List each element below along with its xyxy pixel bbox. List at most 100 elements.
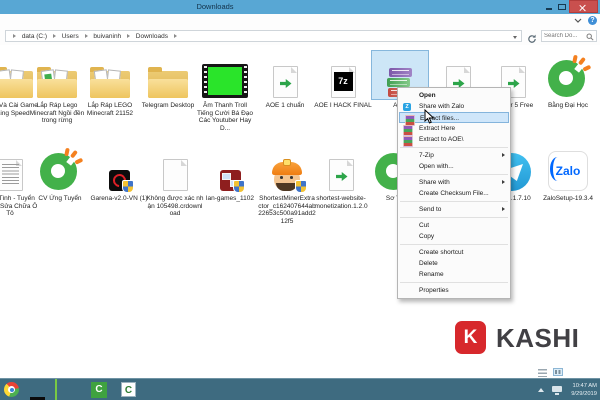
menu-item-extract-to-aoe[interactable]: Extract to AOE\ bbox=[398, 134, 510, 147]
chevron-right-icon bbox=[52, 34, 56, 39]
mouse-cursor bbox=[424, 109, 435, 124]
file-tile[interactable]: lan-games_1102 bbox=[201, 143, 259, 203]
file-label: Garena-v2.0-VN (1) bbox=[90, 195, 148, 202]
folder-icon bbox=[90, 64, 130, 98]
menu-separator bbox=[400, 282, 508, 283]
file-label: Lắp Ráp LEGO Minecraft 21152 bbox=[86, 102, 134, 117]
menu-item-copy[interactable]: Copy bbox=[398, 231, 510, 242]
breadcrumb-user[interactable]: buivaninh bbox=[93, 31, 121, 41]
file-tile[interactable]: Không được xác nhận 105498.crdownload bbox=[146, 143, 204, 218]
breadcrumb-users[interactable]: Users bbox=[62, 31, 79, 41]
video-thumbnail-icon bbox=[202, 64, 248, 98]
folder-icon bbox=[148, 64, 188, 98]
breadcrumb-downloads[interactable]: Downloads bbox=[136, 31, 168, 41]
address-dropdown-icon[interactable] bbox=[513, 36, 517, 39]
file-tile[interactable]: ZaloSetup-19.3.4 bbox=[539, 143, 597, 203]
file-list-area: Tải Và Cài Game Zing Speed Lắp Ráp Lego … bbox=[0, 45, 600, 378]
file-label: Bằng Đại Học bbox=[547, 102, 589, 109]
lan-games-icon bbox=[219, 170, 245, 193]
text-document-icon bbox=[0, 159, 23, 191]
menu-item-send-to[interactable]: Send to bbox=[398, 204, 510, 215]
menu-item-create-shortcut[interactable]: Create shortcut bbox=[398, 247, 510, 258]
menu-item-properties[interactable]: Properties bbox=[398, 285, 510, 296]
context-menu: Open Share with Zalo Extract files... Ex… bbox=[397, 87, 511, 299]
taskbar-clock[interactable]: 10:47 AM 9/29/2019 bbox=[571, 382, 597, 398]
setup-file-icon bbox=[328, 159, 354, 191]
minimize-button[interactable] bbox=[543, 0, 555, 13]
clock-date: 9/29/2019 bbox=[571, 391, 597, 397]
menu-separator bbox=[400, 147, 508, 148]
menu-item-create-checksum-file[interactable]: Create Checksum File... bbox=[398, 188, 510, 199]
coccoc-icon bbox=[548, 54, 591, 98]
menu-separator bbox=[400, 217, 508, 218]
help-icon[interactable] bbox=[588, 16, 597, 25]
menu-item-cut[interactable]: Cut bbox=[398, 220, 510, 231]
file-tile[interactable]: Bằng Đại Học bbox=[539, 50, 597, 110]
file-label: shortest-website-monetization.1.2.0 bbox=[314, 195, 368, 210]
uac-shield-icon bbox=[232, 180, 245, 193]
winrar-menu-icon bbox=[403, 135, 413, 147]
uac-shield-icon bbox=[295, 180, 307, 193]
clock-time: 10:47 AM bbox=[572, 383, 598, 389]
refresh-icon[interactable] bbox=[526, 31, 538, 43]
network-icon[interactable] bbox=[552, 386, 562, 395]
taskbar-separator bbox=[55, 379, 57, 400]
breadcrumb-drive[interactable]: data (C:) bbox=[22, 31, 47, 41]
file-tile[interactable]: Telegram Desktop bbox=[139, 50, 197, 110]
menu-separator bbox=[400, 201, 508, 202]
zalo-icon bbox=[548, 151, 588, 191]
search-input[interactable] bbox=[544, 31, 586, 41]
camtasia-taskbar-icon[interactable] bbox=[91, 382, 107, 398]
blank-file-icon bbox=[162, 159, 188, 191]
file-tile[interactable]: Lắp Ráp LEGO Minecraft 21152 bbox=[81, 50, 139, 117]
menu-item-extract-files[interactable]: Extract files... bbox=[399, 112, 509, 126]
chrome-taskbar-icon[interactable] bbox=[4, 382, 19, 397]
taskbar: 10:47 AM 9/29/2019 bbox=[0, 378, 600, 400]
menu-item-share-with-zalo[interactable]: Share with Zalo bbox=[398, 101, 510, 112]
tray-expand-icon[interactable] bbox=[538, 388, 544, 392]
7zip-file-icon bbox=[330, 66, 356, 98]
chevron-right-icon bbox=[126, 34, 130, 39]
menu-item-rename[interactable]: Rename bbox=[398, 269, 510, 280]
chevron-right-icon bbox=[13, 34, 16, 39]
kashi-brand-text: KASHI bbox=[496, 323, 580, 353]
folder-icon bbox=[37, 64, 77, 98]
menu-item-extract-here[interactable]: Extract Here bbox=[398, 123, 510, 136]
file-tile[interactable]: CV Ứng Tuyển bbox=[31, 143, 89, 203]
file-label: ZaloSetup-19.3.4 bbox=[543, 195, 593, 202]
file-label: AOE I HACK FINAL bbox=[314, 102, 372, 109]
file-tile[interactable]: AOE 1 chuẩn bbox=[256, 50, 314, 110]
file-tile[interactable]: shortest-website-monetization.1.2.0 bbox=[312, 143, 370, 210]
file-tile[interactable]: AOE I HACK FINAL bbox=[314, 50, 372, 110]
maximize-button[interactable] bbox=[556, 0, 568, 13]
ribbon-strip bbox=[0, 14, 600, 29]
chevron-right-icon bbox=[84, 34, 88, 39]
menu-item-open-with[interactable]: Open with... bbox=[398, 161, 510, 172]
close-button[interactable] bbox=[569, 0, 598, 13]
camtasia-recorder-taskbar-icon[interactable] bbox=[121, 382, 136, 397]
menu-item-delete[interactable]: Delete bbox=[398, 258, 510, 269]
coccoc-icon bbox=[40, 147, 83, 191]
file-label: CV Ứng Tuyển bbox=[38, 195, 82, 202]
menu-separator bbox=[400, 244, 508, 245]
breadcrumb[interactable]: data (C:) Users buivaninh Downloads bbox=[5, 30, 522, 42]
menu-item-open[interactable]: Open bbox=[398, 90, 510, 101]
file-tile[interactable]: Garena-v2.0-VN (1) bbox=[90, 143, 148, 203]
file-tile[interactable]: ShortestMinerExtractor_c162407644ab22653… bbox=[258, 143, 316, 225]
file-label: Âm Thanh Troll Tiếng Cười Bá Đạo Các You… bbox=[196, 102, 254, 132]
thumbnail-view-icon[interactable] bbox=[553, 368, 564, 376]
search-box[interactable] bbox=[541, 30, 597, 42]
file-label: lan-games_1102 bbox=[206, 195, 254, 202]
list-view-icon[interactable] bbox=[538, 369, 547, 377]
title-bar: Downloads bbox=[0, 0, 600, 14]
zalo-menu-icon bbox=[403, 102, 411, 111]
kashi-logo-icon: K bbox=[455, 321, 486, 354]
expand-ribbon-icon[interactable] bbox=[574, 18, 582, 23]
file-tile[interactable]: Lắp Ráp Lego Minecraft Ngồi đền trong rừ… bbox=[28, 50, 86, 125]
menu-item-7zip[interactable]: 7-Zip bbox=[398, 150, 510, 161]
menu-item-share-with[interactable]: Share with bbox=[398, 177, 510, 188]
file-tile[interactable]: Âm Thanh Troll Tiếng Cười Bá Đạo Các You… bbox=[196, 50, 254, 132]
file-label: AOE 1 chuẩn bbox=[265, 102, 305, 109]
miner-icon bbox=[271, 159, 307, 193]
setup-file-icon bbox=[272, 66, 298, 98]
